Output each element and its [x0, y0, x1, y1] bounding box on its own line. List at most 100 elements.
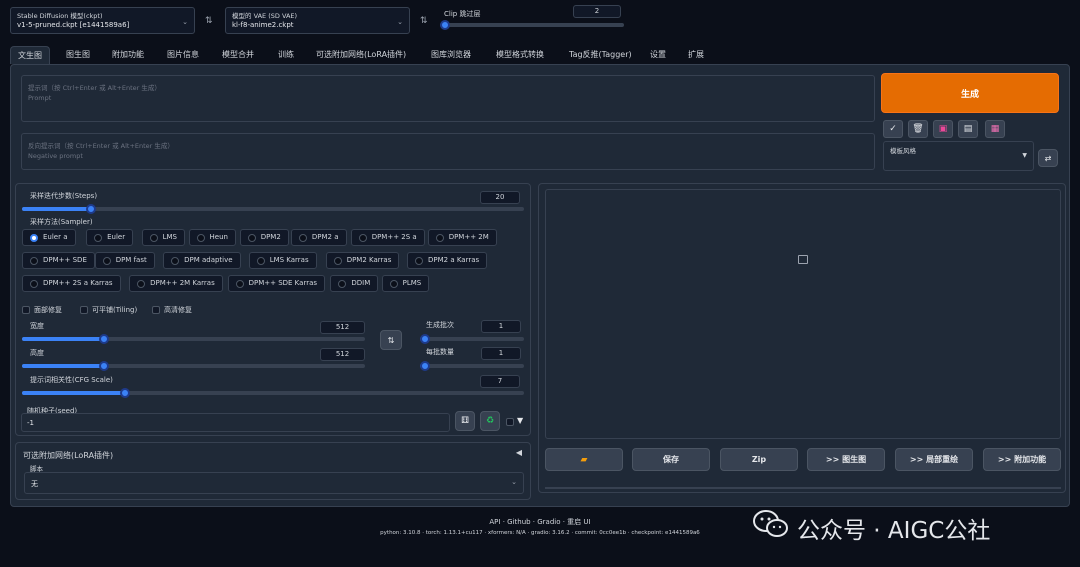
batch-count-slider[interactable]	[420, 334, 524, 344]
generate-button[interactable]: 生成	[881, 73, 1059, 113]
height-input[interactable]: 512	[320, 348, 365, 361]
sampler-option[interactable]: Euler	[86, 229, 134, 246]
slider-thumb[interactable]	[420, 334, 430, 344]
send-to-extras-button[interactable]: >> 附加功能	[983, 448, 1061, 471]
sampler-option[interactable]: DPM adaptive	[163, 252, 241, 269]
tab-3[interactable]: 图片信息	[167, 46, 199, 64]
sampler-option[interactable]: Euler a	[22, 229, 76, 246]
slider-thumb[interactable]	[99, 334, 109, 344]
vae-select[interactable]: 模型的 VAE (SD VAE) kl-f8-anime2.ckpt ⌄	[225, 7, 410, 34]
style-label: 模板风格	[890, 147, 916, 155]
tab-11[interactable]: 扩展	[688, 46, 704, 64]
image-icon[interactable]: ▣	[933, 120, 953, 138]
open-folder-button[interactable]: ▰	[545, 448, 623, 471]
collapse-triangle-icon: ◀	[515, 448, 522, 457]
sampler-option[interactable]: DPM++ 2S a Karras	[22, 275, 121, 292]
tab-2[interactable]: 附加功能	[112, 46, 144, 64]
script-select[interactable]: 无 ⌄	[24, 472, 524, 494]
save-icon[interactable]: ▦	[985, 120, 1005, 138]
watermark-text: 公众号 · AIGC公社	[797, 518, 991, 544]
sampler-option[interactable]: DDIM	[330, 275, 379, 292]
steps-input[interactable]: 20	[480, 191, 520, 204]
refresh-model-icon[interactable]: ⇅	[205, 16, 213, 26]
random-seed-button[interactable]: ⚅	[455, 411, 475, 431]
sampler-option[interactable]: Heun	[188, 229, 236, 246]
swap-dimensions-button[interactable]: ⇅	[380, 330, 402, 350]
width-slider[interactable]	[22, 334, 365, 344]
sampler-option[interactable]: LMS	[141, 229, 185, 246]
cfg-slider[interactable]	[22, 388, 524, 398]
tab-8[interactable]: 模型格式转换	[496, 46, 544, 64]
sampler-option[interactable]: PLMS	[381, 275, 430, 292]
model-select-value: v1-5-pruned.ckpt [e1441589a6]	[17, 21, 130, 29]
swap-icon: ⇅	[387, 335, 395, 345]
clip-skip-slider[interactable]	[440, 20, 624, 30]
zip-button[interactable]: Zip	[720, 448, 798, 471]
sampler-option[interactable]: DPM++ 2M Karras	[129, 275, 223, 292]
dropdown-arrow-icon: ▼	[1022, 152, 1027, 159]
sampler-option[interactable]: DPM++ 2M	[427, 229, 497, 246]
tab-4[interactable]: 模型合并	[222, 46, 254, 64]
tab-10[interactable]: 设置	[650, 46, 666, 64]
cfg-input[interactable]: 7	[480, 375, 520, 388]
sampler-option[interactable]: DPM2 Karras	[325, 252, 400, 269]
sampler-option[interactable]: LMS Karras	[248, 252, 317, 269]
slider-thumb[interactable]	[120, 388, 130, 398]
tiling-label: 可平铺(Tiling)	[92, 306, 138, 314]
prompt-label: 提示词（按 Ctrl+Enter 或 Alt+Enter 生成）	[28, 84, 161, 92]
sampler-option[interactable]: DPM2	[239, 229, 289, 246]
tiling-checkbox[interactable]	[80, 306, 88, 314]
hires-fix-label: 高清修复	[164, 306, 192, 314]
extra-seed-checkbox[interactable]	[506, 418, 514, 426]
save-button[interactable]: 保存	[632, 448, 710, 471]
clip-skip-input[interactable]: 2	[573, 5, 621, 18]
steps-label: 采样迭代步数(Steps)	[30, 192, 98, 200]
reuse-seed-button[interactable]: ♻	[480, 411, 500, 431]
tab-5[interactable]: 训练	[278, 46, 294, 64]
clipboard-icon[interactable]: ▤	[958, 120, 978, 138]
restore-faces-checkbox[interactable]	[22, 306, 30, 314]
apply-style-button[interactable]: ⇄	[1038, 149, 1058, 167]
style-select[interactable]: 模板风格 ▼	[883, 141, 1034, 171]
batch-size-input[interactable]: 1	[481, 347, 521, 360]
tab-9[interactable]: Tag反推(Tagger)	[569, 46, 632, 64]
sampler-option[interactable]: DPM++ SDE	[22, 252, 95, 269]
prompt-input[interactable]: 提示词（按 Ctrl+Enter 或 Alt+Enter 生成） Prompt	[21, 75, 875, 122]
dice-icon: ⚅	[461, 416, 469, 426]
refresh-vae-icon[interactable]: ⇅	[420, 16, 428, 26]
width-input[interactable]: 512	[320, 321, 365, 334]
seed-input[interactable]: -1	[21, 413, 450, 432]
batch-count-label: 生成批次	[426, 321, 454, 329]
model-select[interactable]: Stable Diffusion 模型(ckpt) v1-5-pruned.ck…	[10, 7, 195, 34]
slider-thumb[interactable]	[99, 361, 109, 371]
sampler-option[interactable]: DPM fast	[94, 252, 155, 269]
slider-thumb[interactable]	[420, 361, 430, 371]
slider-thumb[interactable]	[86, 204, 96, 214]
sampler-option[interactable]: DPM++ 2S a	[350, 229, 425, 246]
sampler-option[interactable]: DPM2 a Karras	[407, 252, 488, 269]
send-to-img2img-button[interactable]: >> 图生图	[807, 448, 885, 471]
output-info-divider	[545, 487, 1061, 489]
height-slider[interactable]	[22, 361, 365, 371]
tab-0[interactable]: 文生图	[10, 46, 50, 64]
seed-value: -1	[27, 419, 34, 427]
send-to-inpaint-button[interactable]: >> 局部重绘	[895, 448, 973, 471]
tab-7[interactable]: 图库浏览器	[431, 46, 471, 64]
negative-prompt-input[interactable]: 反向提示词（按 Ctrl+Enter 或 Alt+Enter 生成） Negat…	[21, 133, 875, 170]
tab-6[interactable]: 可选附加网络(LoRA插件)	[316, 46, 406, 64]
lora-accordion[interactable]: 可选附加网络(LoRA插件) ◀ 脚本 无 ⌄	[15, 442, 531, 500]
tab-1[interactable]: 图生图	[66, 46, 90, 64]
check-icon[interactable]: ✓	[883, 120, 903, 138]
output-gallery	[545, 189, 1061, 439]
hires-fix-checkbox[interactable]	[152, 306, 160, 314]
slider-thumb[interactable]	[440, 20, 450, 30]
sampler-option[interactable]: DPM2 a	[290, 229, 347, 246]
trash-icon[interactable]: 🗑	[908, 120, 928, 138]
batch-count-input[interactable]: 1	[481, 320, 521, 333]
slider-fill	[22, 207, 91, 211]
negative-prompt-label: 反向提示词（按 Ctrl+Enter 或 Alt+Enter 生成）	[28, 142, 174, 150]
sampler-option[interactable]: DPM++ SDE Karras	[227, 275, 326, 292]
steps-slider[interactable]	[22, 204, 524, 214]
batch-size-slider[interactable]	[420, 361, 524, 371]
expand-triangle-icon[interactable]: ▼	[517, 416, 523, 425]
